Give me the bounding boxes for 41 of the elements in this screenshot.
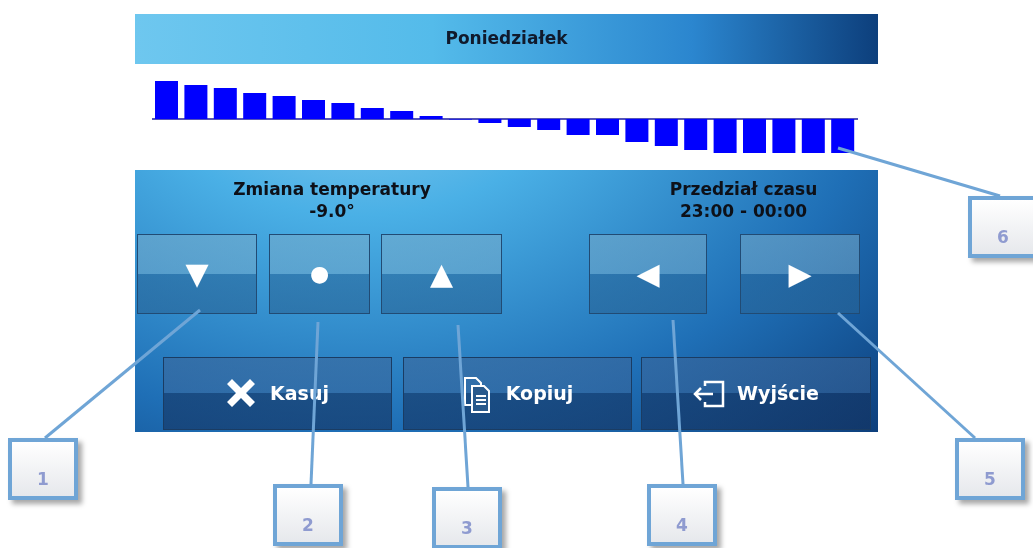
chart-bar <box>625 119 649 142</box>
chart-bar <box>596 119 619 135</box>
exit-button[interactable]: Wyjście <box>641 357 871 430</box>
chart-bar <box>801 119 825 153</box>
chart-bar <box>831 119 855 153</box>
chart-bar <box>184 85 208 119</box>
temperature-label: Zmiana temperatury <box>232 178 432 201</box>
chart-bar <box>419 116 443 119</box>
chart-bar <box>654 119 678 146</box>
chart-bar <box>684 119 708 150</box>
delete-button[interactable]: Kasuj <box>163 357 392 430</box>
chart-bar <box>243 93 267 119</box>
chart-bar <box>213 88 237 119</box>
time-range-label: Przedział czasu <box>668 178 819 201</box>
previous-button[interactable]: ◀ <box>589 234 707 315</box>
temperature-value: -9.0° <box>308 200 356 223</box>
chart-bar <box>331 103 355 119</box>
chart-bar <box>507 119 531 127</box>
chart-bar <box>302 100 325 119</box>
callout-label: 6 <box>968 196 1033 258</box>
chart-bar <box>772 119 796 153</box>
chart-bar <box>360 108 384 119</box>
increase-button[interactable]: ▲ <box>381 234 502 315</box>
chart-bar <box>478 119 502 123</box>
chart-bar <box>537 119 561 130</box>
chart-bar <box>155 81 178 119</box>
callout-label: 1 <box>8 438 78 500</box>
chart-bar <box>743 119 766 153</box>
screen-title: Poniedziałek <box>445 27 568 51</box>
callout-label: 4 <box>647 484 717 546</box>
callout-label: 5 <box>955 438 1025 500</box>
callout-label: 3 <box>432 487 502 548</box>
chart-bar <box>390 111 414 119</box>
time-range-value: 23:00 - 00:00 <box>678 200 809 223</box>
copy-button[interactable]: Kopiuj <box>403 357 632 430</box>
chart-bar <box>272 96 296 119</box>
next-button[interactable]: ▶ <box>740 234 860 315</box>
callout-label: 2 <box>273 484 343 546</box>
reset-button[interactable]: ● <box>269 234 370 315</box>
chart-bar <box>566 119 590 135</box>
chart-bar <box>713 119 737 153</box>
